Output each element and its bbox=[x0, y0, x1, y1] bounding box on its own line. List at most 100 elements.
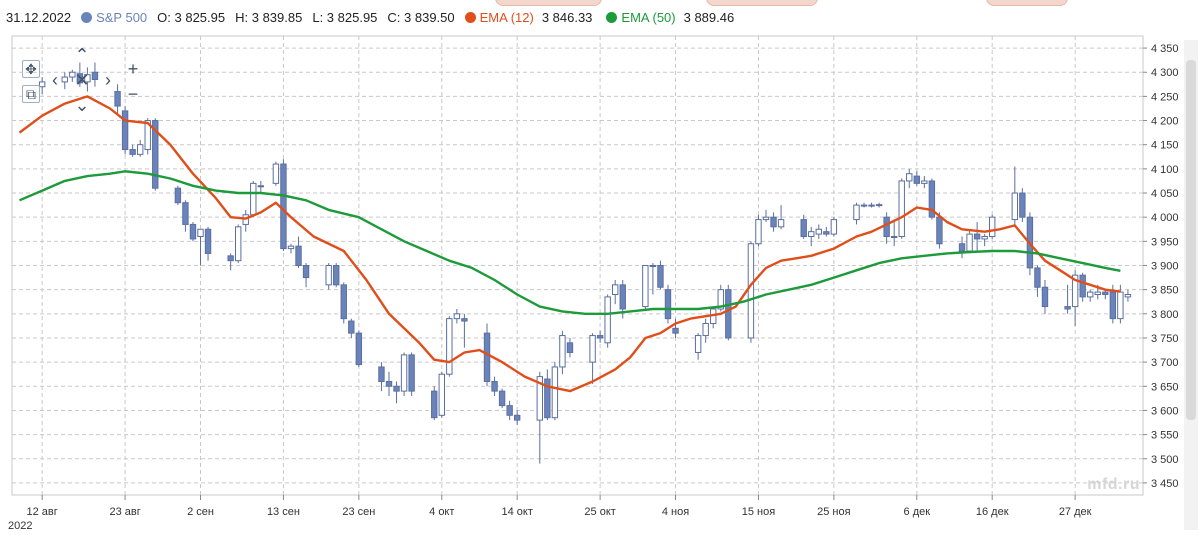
candle-body bbox=[898, 180, 905, 238]
candle-body bbox=[747, 243, 755, 339]
candle-body bbox=[136, 144, 144, 155]
candle-body bbox=[408, 354, 415, 392]
plus-icon[interactable]: + bbox=[124, 60, 142, 78]
zoom-box-icon[interactable]: ⧉ bbox=[22, 85, 40, 103]
candle-body bbox=[1019, 192, 1026, 218]
candle-body bbox=[513, 414, 521, 421]
candle-body bbox=[129, 149, 136, 155]
y-tick-label: 4 100 bbox=[1151, 164, 1179, 176]
candlestick-chart[interactable]: 3 450 3 500 3 550 3 600 3 650 3 700 3 750 3 800… bbox=[0, 0, 1200, 535]
candle-body bbox=[777, 219, 785, 228]
top-tab-button[interactable] bbox=[495, 0, 602, 6]
candle-body bbox=[883, 216, 890, 238]
candle-body bbox=[551, 366, 559, 419]
candle-body bbox=[348, 320, 355, 334]
y-tick-label: 3 900 bbox=[1151, 261, 1179, 273]
x-tick-label: 14 окт bbox=[501, 506, 532, 518]
candle-body bbox=[498, 390, 506, 407]
candle-body bbox=[438, 373, 445, 416]
y-tick-label: 4 150 bbox=[1151, 140, 1179, 152]
legend-close: C: 3 839.50 bbox=[387, 9, 455, 25]
watermark: mfd.ru bbox=[1087, 476, 1140, 493]
candle-body bbox=[280, 163, 287, 250]
chevron-down-icon[interactable]: ⌄ bbox=[73, 96, 91, 114]
move-icon[interactable]: ✥ bbox=[22, 60, 40, 78]
candle-body bbox=[385, 380, 393, 387]
y-tick-label: 3 750 bbox=[1151, 333, 1179, 345]
candle-body bbox=[921, 180, 928, 184]
candle-body bbox=[197, 228, 204, 238]
candle-body bbox=[1087, 291, 1094, 298]
candle-body bbox=[1102, 291, 1109, 295]
x-tick-label: 16 дек bbox=[976, 506, 1009, 518]
y-tick-label: 4 250 bbox=[1151, 91, 1179, 103]
candle-body bbox=[461, 318, 468, 322]
candle-body bbox=[1094, 291, 1101, 295]
y-tick-label: 4 300 bbox=[1151, 67, 1179, 79]
candle-body bbox=[770, 216, 777, 228]
candle-body bbox=[589, 335, 596, 363]
candle-body bbox=[958, 243, 966, 252]
candle-body bbox=[38, 81, 46, 88]
candle-body bbox=[250, 182, 257, 216]
candle-body bbox=[1034, 267, 1041, 288]
top-tab-button[interactable] bbox=[706, 0, 818, 6]
x-tick-label: 4 ноя bbox=[662, 506, 689, 518]
minus-icon[interactable]: − bbox=[124, 85, 142, 103]
candle-body bbox=[325, 265, 332, 286]
candle-body bbox=[295, 245, 302, 267]
x-tick-label: 25 ноя bbox=[817, 506, 850, 518]
candle-body bbox=[830, 219, 838, 235]
chevron-right-icon[interactable]: › bbox=[99, 71, 117, 89]
scrollbar-thumb[interactable] bbox=[1186, 60, 1196, 420]
candle-body bbox=[1064, 306, 1071, 310]
candle-body bbox=[302, 265, 310, 279]
candle-body bbox=[725, 289, 732, 339]
candle-body bbox=[446, 318, 453, 375]
candle-body bbox=[393, 385, 400, 392]
chart-legend: 31.12.2022 S&P 500 O: 3 825.95 H: 3 839.… bbox=[6, 7, 748, 27]
legend-date: 31.12.2022 bbox=[6, 9, 72, 25]
y-tick-label: 3 650 bbox=[1151, 381, 1179, 393]
candle-body bbox=[649, 265, 657, 267]
candle-body bbox=[860, 204, 868, 207]
candle-body bbox=[619, 284, 626, 310]
top-tab-button[interactable] bbox=[986, 0, 1068, 6]
x-tick-label: 23 сен bbox=[342, 506, 375, 518]
candle-body bbox=[566, 342, 574, 353]
candle-body bbox=[906, 173, 913, 182]
candle-body bbox=[91, 71, 99, 80]
candle-body bbox=[800, 219, 807, 238]
candle-body bbox=[672, 327, 679, 334]
candle-body bbox=[642, 265, 649, 308]
candle-body bbox=[257, 185, 265, 188]
chevron-left-icon[interactable]: ‹ bbox=[46, 71, 64, 89]
x-tick-label: 2 сен bbox=[187, 506, 214, 518]
candle-body bbox=[333, 265, 340, 286]
candle-body bbox=[702, 322, 709, 337]
y-tick-label: 3 550 bbox=[1151, 430, 1179, 442]
candle-body bbox=[694, 335, 702, 353]
candle-body bbox=[936, 216, 943, 245]
candle-body bbox=[1041, 286, 1049, 308]
candle-body bbox=[762, 216, 770, 221]
close-icon[interactable]: ✕ bbox=[73, 71, 91, 89]
candle-body bbox=[989, 216, 996, 238]
candle-body bbox=[272, 163, 280, 184]
candle-body bbox=[596, 335, 604, 339]
x-tick-label: 27 дек bbox=[1059, 506, 1092, 518]
y-tick-label: 3 700 bbox=[1151, 357, 1179, 369]
chevron-up-icon[interactable]: ⌃ bbox=[73, 46, 91, 64]
candle-body bbox=[890, 236, 898, 239]
ema12-color-dot bbox=[464, 11, 476, 23]
candle-body bbox=[431, 390, 438, 419]
candle-body bbox=[1124, 293, 1132, 298]
candle-body bbox=[604, 296, 611, 344]
candle-body bbox=[378, 366, 385, 382]
candle-body bbox=[506, 405, 513, 416]
candle-body bbox=[355, 332, 363, 366]
legend-ema50: EMA (50) bbox=[606, 10, 676, 25]
legend-ema12-value: 3 846.33 bbox=[541, 9, 593, 25]
candle-body bbox=[453, 313, 461, 320]
candle-body bbox=[868, 204, 875, 207]
